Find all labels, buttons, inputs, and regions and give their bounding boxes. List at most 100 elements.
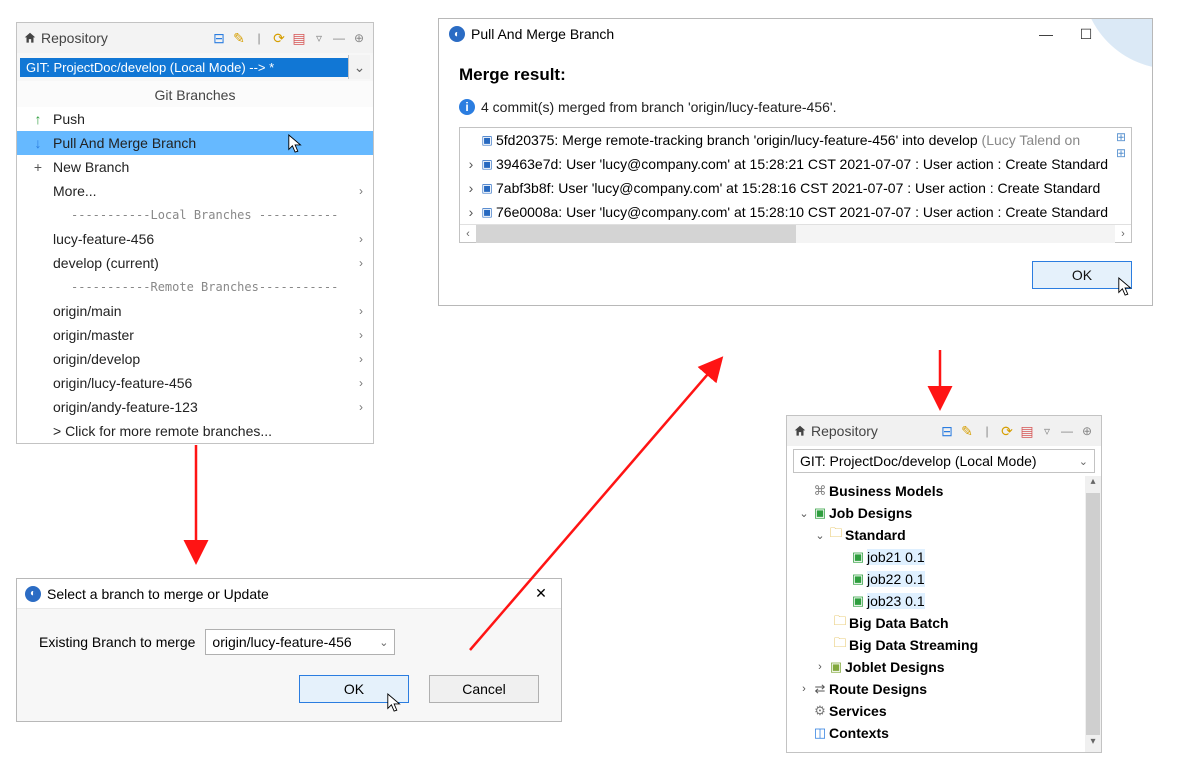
cancel-button[interactable]: Cancel: [429, 675, 539, 703]
business-models-icon: ⌘: [811, 483, 829, 499]
tree-item-job[interactable]: ▣ job21 0.1: [793, 546, 1101, 568]
existing-branch-label: Existing Branch to merge: [39, 634, 195, 650]
folder-icon: 🗀: [831, 612, 849, 634]
merge-result-heading: Merge result:: [459, 65, 1132, 85]
commit-row[interactable]: › ▣ 76e0008a: User 'lucy@company.com' at…: [460, 200, 1131, 224]
merge-info-text: 4 commit(s) merged from branch 'origin/l…: [481, 99, 836, 115]
job-icon: ▣: [849, 549, 867, 565]
scroll-down-icon[interactable]: ▾: [1085, 736, 1101, 752]
push-menu-item[interactable]: ↑ Push: [17, 107, 373, 131]
git-branch-dropdown[interactable]: GIT: ProjectDoc/develop (Local Mode) -->…: [20, 55, 370, 79]
job-designs-icon: ▣: [811, 505, 829, 521]
chevron-down-icon[interactable]: ⌄: [348, 55, 370, 79]
tree-item-joblet-designs[interactable]: › ▣ Joblet Designs: [793, 656, 1101, 678]
window-minimize-button[interactable]: —: [1026, 21, 1066, 47]
chevron-down-icon: ⌄: [379, 636, 388, 649]
scroll-up-icon[interactable]: ▴: [1085, 476, 1101, 492]
chevron-right-icon: ›: [359, 232, 363, 246]
commit-horizontal-scrollbar[interactable]: ‹ ›: [460, 224, 1131, 242]
local-branches-separator: -----------Local Branches -----------: [17, 203, 373, 227]
existing-branch-value: origin/lucy-feature-456: [212, 634, 379, 650]
tree-item-route-designs[interactable]: › ⇄ Route Designs: [793, 678, 1101, 700]
refresh-icon[interactable]: ⟳: [270, 29, 288, 47]
minimize-icon[interactable]: —: [330, 29, 348, 47]
chevron-down-icon: ⌄: [1079, 455, 1088, 468]
local-branch-item[interactable]: develop (current) ›: [17, 251, 373, 275]
maximize-icon[interactable]: ⊕: [1078, 422, 1096, 440]
repository-titlebar: Repository ⊟ ✎ | ⟳ ▤ ▿ — ⊕: [17, 23, 373, 53]
collapse-all-icon[interactable]: ⊞: [1113, 146, 1129, 162]
commit-hash: 7abf3b8f: [496, 180, 551, 196]
remote-branch-item[interactable]: origin/main ›: [17, 299, 373, 323]
view-menu-icon[interactable]: ▿: [1038, 422, 1056, 440]
view-menu-icon[interactable]: ▿: [310, 29, 328, 47]
link-gold-icon[interactable]: ✎: [230, 29, 248, 47]
app-icon: ◐: [449, 26, 465, 42]
new-branch-menu-item[interactable]: + New Branch: [17, 155, 373, 179]
link-gold-icon[interactable]: ✎: [958, 422, 976, 440]
tree-item-services[interactable]: ⚙ Services: [793, 700, 1101, 722]
expand-twistie-icon[interactable]: ›: [464, 156, 478, 172]
refresh-icon[interactable]: ⟳: [998, 422, 1016, 440]
twistie-open-icon[interactable]: ⌄: [813, 529, 827, 542]
commit-list: ⊞ ⊞ ▣ 5fd20375: Merge remote-tracking br…: [459, 127, 1132, 243]
twistie-closed-icon[interactable]: ›: [813, 661, 827, 673]
twistie-closed-icon[interactable]: ›: [797, 683, 811, 695]
tree-item-big-data-batch[interactable]: 🗀 Big Data Batch: [793, 612, 1101, 634]
repository-titlebar: Repository ⊟ ✎ | ⟳ ▤ ▿ — ⊕: [787, 416, 1101, 446]
tree-item-contexts[interactable]: ◫ Contexts: [793, 722, 1101, 744]
remote-branches-separator: -----------Remote Branches-----------: [17, 275, 373, 299]
minimize-icon[interactable]: —: [1058, 422, 1076, 440]
git-branch-dropdown[interactable]: GIT: ProjectDoc/develop (Local Mode) ⌄: [793, 449, 1095, 473]
tree-item-standard[interactable]: ⌄ 🗀 Standard: [793, 524, 1101, 546]
decorative-swoosh: [1072, 19, 1152, 79]
ok-button[interactable]: OK: [299, 675, 409, 703]
home-icon: [23, 31, 37, 45]
scroll-right-icon[interactable]: ›: [1115, 228, 1131, 240]
chevron-right-icon: ›: [359, 328, 363, 342]
tree-item-big-data-streaming[interactable]: 🗀 Big Data Streaming: [793, 634, 1101, 656]
tree-item-job[interactable]: ▣ job22 0.1: [793, 568, 1101, 590]
repository-tree: ⌘ Business Models ⌄ ▣ Job Designs ⌄ 🗀 St…: [787, 476, 1101, 752]
remote-branch-item[interactable]: origin/andy-feature-123 ›: [17, 395, 373, 419]
commit-row[interactable]: › ▣ 7abf3b8f: User 'lucy@company.com' at…: [460, 176, 1131, 200]
remote-branch-item[interactable]: origin/lucy-feature-456 ›: [17, 371, 373, 395]
close-icon[interactable]: ✕: [529, 585, 553, 602]
scroll-left-icon[interactable]: ‹: [460, 228, 476, 240]
commit-file-icon: ▣: [478, 205, 496, 219]
tree-item-job[interactable]: ▣ job23 0.1: [793, 590, 1101, 612]
vertical-scrollbar[interactable]: ▴ ▾: [1085, 476, 1101, 752]
tree-item-job-designs[interactable]: ⌄ ▣ Job Designs: [793, 502, 1101, 524]
commit-hash: 5fd20375: [496, 132, 554, 148]
commit-row[interactable]: ▣ 5fd20375: Merge remote-tracking branch…: [460, 128, 1131, 152]
more-remote-branches-item[interactable]: > Click for more remote branches...: [17, 419, 373, 443]
collapse-icon[interactable]: ⊟: [938, 422, 956, 440]
table-icon[interactable]: ▤: [290, 29, 308, 47]
maximize-icon[interactable]: ⊕: [350, 29, 368, 47]
local-branch-item[interactable]: lucy-feature-456 ›: [17, 227, 373, 251]
chevron-right-icon: ›: [359, 400, 363, 414]
expand-twistie-icon[interactable]: ›: [464, 204, 478, 220]
expand-all-icon[interactable]: ⊞: [1113, 130, 1129, 146]
tree-item-business-models[interactable]: ⌘ Business Models: [793, 480, 1101, 502]
existing-branch-combo[interactable]: origin/lucy-feature-456 ⌄: [205, 629, 395, 655]
commit-hash: 39463e7d: [496, 156, 558, 172]
commit-row[interactable]: › ▣ 39463e7d: User 'lucy@company.com' at…: [460, 152, 1131, 176]
expand-twistie-icon[interactable]: ›: [464, 180, 478, 196]
remote-branch-item[interactable]: origin/master ›: [17, 323, 373, 347]
pull-and-merge-menu-item[interactable]: ↓ Pull And Merge Branch: [17, 131, 373, 155]
scroll-thumb[interactable]: [1086, 493, 1100, 735]
twistie-open-icon[interactable]: ⌄: [797, 507, 811, 520]
info-icon: i: [459, 99, 475, 115]
table-icon[interactable]: ▤: [1018, 422, 1036, 440]
ok-button[interactable]: OK: [1032, 261, 1132, 289]
more-menu-item[interactable]: More... ›: [17, 179, 373, 203]
job-icon: ▣: [849, 593, 867, 609]
collapse-icon[interactable]: ⊟: [210, 29, 228, 47]
select-dialog-titlebar: ◐ Select a branch to merge or Update ✕: [17, 579, 561, 609]
remote-branch-item[interactable]: origin/develop ›: [17, 347, 373, 371]
repository-title: Repository: [41, 30, 108, 46]
repository-title: Repository: [811, 423, 878, 439]
repository-panel-left: Repository ⊟ ✎ | ⟳ ▤ ▿ — ⊕ GIT: ProjectD…: [16, 22, 374, 444]
scroll-thumb[interactable]: [476, 225, 796, 243]
